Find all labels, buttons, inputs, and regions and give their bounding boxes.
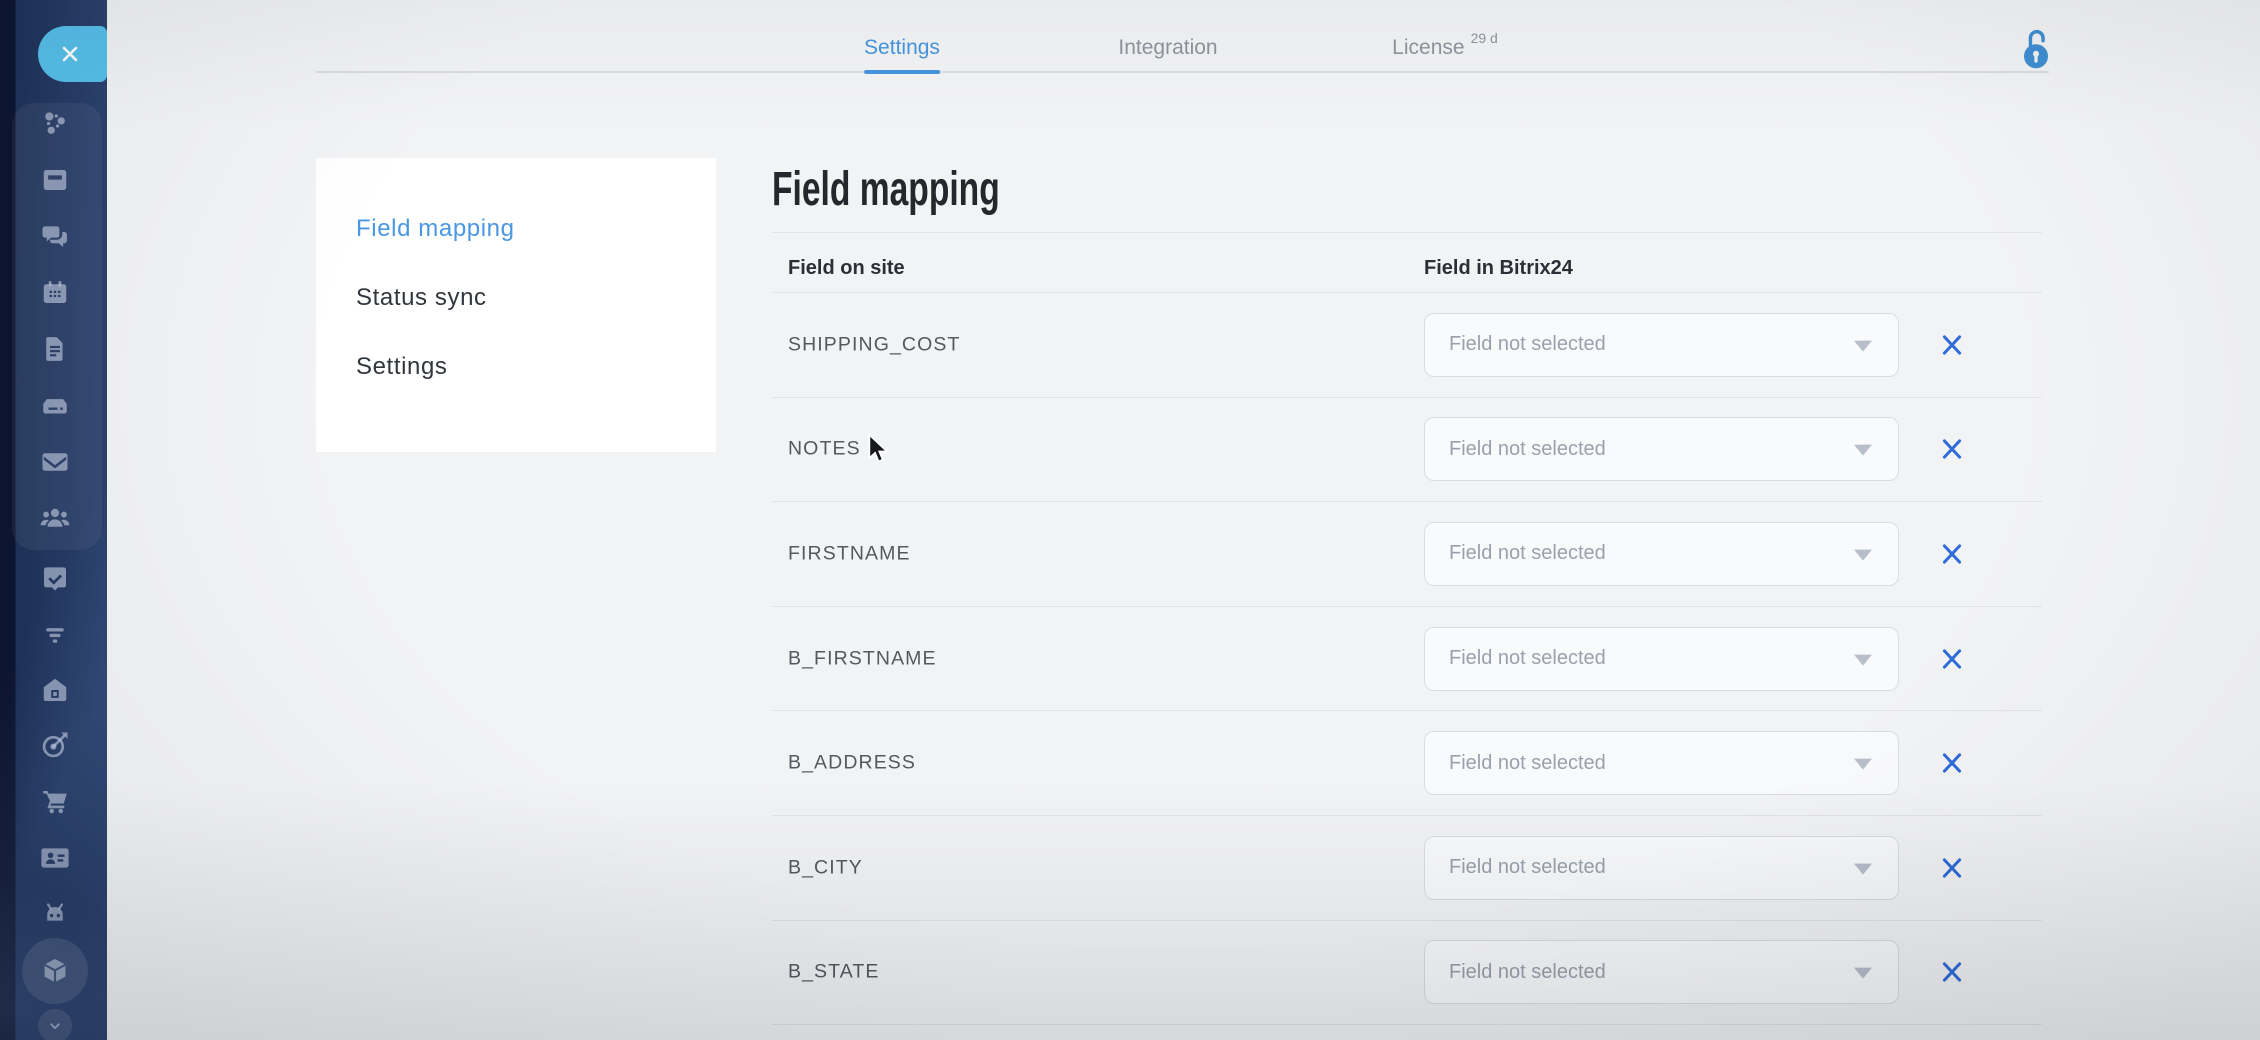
close-icon <box>1939 959 1965 985</box>
remove-mapping-button[interactable] <box>1935 537 1969 571</box>
tab-badge: 29 d <box>1471 31 1498 45</box>
bitrix-field-select[interactable]: Field not selected <box>1424 940 1899 1004</box>
close-icon <box>1939 436 1965 462</box>
tab-license[interactable]: License 29 d <box>1392 33 1498 74</box>
license-lock-icon[interactable] <box>2018 24 2054 72</box>
cube-icon[interactable] <box>38 954 72 988</box>
remove-mapping-button[interactable] <box>1935 642 1969 676</box>
select-placeholder: Field not selected <box>1449 647 1606 670</box>
field-mapping-row: SHIPPING_COST Field not selected <box>772 293 2042 398</box>
select-placeholder: Field not selected <box>1449 333 1606 356</box>
network-icon[interactable] <box>38 107 72 141</box>
chevron-down-icon <box>1854 759 1872 770</box>
app-window: Settings Integration License 29 d Field … <box>0 0 2260 1040</box>
close-sidebar-button[interactable] <box>38 26 107 82</box>
contact-card-icon[interactable] <box>38 841 72 875</box>
chevron-down-icon <box>1854 550 1872 561</box>
settings-nav-label: Settings <box>356 353 448 381</box>
bitrix-field-select[interactable]: Field not selected <box>1424 313 1899 377</box>
site-field-label: B_STATE <box>788 961 880 984</box>
field-mapping-row: FIRSTNAME Field not selected <box>772 502 2042 607</box>
bitrix-field-select[interactable]: Field not selected <box>1424 522 1899 586</box>
close-icon <box>58 42 82 66</box>
chat-icon[interactable] <box>38 220 72 254</box>
feed-icon[interactable] <box>38 163 72 197</box>
site-field-label: B_FIRSTNAME <box>788 647 937 670</box>
field-mapping-row: B_STATE Field not selected <box>772 921 2042 1026</box>
bitrix-field-select[interactable]: Field not selected <box>1424 417 1899 481</box>
field-mapping-row: B_FIRSTNAME Field not selected <box>772 607 2042 712</box>
remove-mapping-button[interactable] <box>1935 851 1969 885</box>
close-icon <box>1939 541 1965 567</box>
tab-settings[interactable]: Settings <box>864 33 940 74</box>
close-icon <box>1939 750 1965 776</box>
chevron-down-icon <box>1854 968 1872 979</box>
robot-icon[interactable] <box>38 898 72 932</box>
column-header-field-on-site: Field on site <box>788 244 905 292</box>
close-icon <box>1939 332 1965 358</box>
site-field-label: B_CITY <box>788 856 863 879</box>
select-placeholder: Field not selected <box>1449 752 1606 775</box>
site-field-label: SHIPPING_COST <box>788 333 961 356</box>
target-icon[interactable] <box>38 728 72 762</box>
select-placeholder: Field not selected <box>1449 856 1606 879</box>
field-mapping-row: NOTES Field not selected <box>772 398 2042 503</box>
tasks-icon[interactable] <box>38 561 72 595</box>
nav-item-settings[interactable]: Settings <box>356 332 716 401</box>
site-field-label: FIRSTNAME <box>788 542 911 565</box>
sidebar <box>0 0 107 1040</box>
mail-icon[interactable] <box>38 445 72 479</box>
chevron-down-icon <box>1854 340 1872 351</box>
company-icon[interactable] <box>38 673 72 707</box>
filter-icon[interactable] <box>38 617 72 651</box>
close-icon <box>1939 855 1965 881</box>
chevron-down-icon <box>1854 654 1872 665</box>
settings-nav-label: Field mapping <box>356 215 515 243</box>
people-icon[interactable] <box>38 501 72 535</box>
remove-mapping-button[interactable] <box>1935 328 1969 362</box>
site-field-label: NOTES <box>788 438 861 461</box>
table-top-line <box>772 232 2042 233</box>
field-mapping-rows: SHIPPING_COST Field not selected NOTES F… <box>772 293 2042 1025</box>
bitrix-field-select[interactable]: Field not selected <box>1424 731 1899 795</box>
site-field-label: B_ADDRESS <box>788 752 916 775</box>
column-header-field-in-bitrix24: Field in Bitrix24 <box>1424 244 1573 292</box>
remove-mapping-button[interactable] <box>1935 746 1969 780</box>
tab-label: Integration <box>1118 33 1217 63</box>
document-icon[interactable] <box>38 332 72 366</box>
bitrix-field-select[interactable]: Field not selected <box>1424 627 1899 691</box>
select-placeholder: Field not selected <box>1449 961 1606 984</box>
expand-more-icon[interactable] <box>38 1009 72 1040</box>
remove-mapping-button[interactable] <box>1935 955 1969 989</box>
cart-icon[interactable] <box>38 784 72 818</box>
remove-mapping-button[interactable] <box>1935 432 1969 466</box>
tab-label: Settings <box>864 33 940 63</box>
field-mapping-panel: Field mapping Field on site Field in Bit… <box>772 150 2042 205</box>
active-tab-underline <box>864 70 940 74</box>
nav-item-status-sync[interactable]: Status sync <box>356 263 716 332</box>
settings-nav-label: Status sync <box>356 284 487 312</box>
nav-item-field-mapping[interactable]: Field mapping <box>356 194 716 263</box>
tab-label: License <box>1392 33 1464 63</box>
page-title: Field mapping <box>772 162 1661 217</box>
calendar-icon[interactable] <box>38 276 72 310</box>
close-icon <box>1939 646 1965 672</box>
select-placeholder: Field not selected <box>1449 542 1606 565</box>
chevron-down-icon <box>1854 445 1872 456</box>
field-mapping-row: B_ADDRESS Field not selected <box>772 711 2042 816</box>
chevron-down-icon <box>1854 863 1872 874</box>
drive-icon[interactable] <box>38 389 72 423</box>
settings-nav-card: Field mapping Status sync Settings <box>316 158 716 452</box>
select-placeholder: Field not selected <box>1449 438 1606 461</box>
bitrix-field-select[interactable]: Field not selected <box>1424 836 1899 900</box>
tab-integration[interactable]: Integration <box>1118 33 1217 74</box>
field-mapping-row: B_CITY Field not selected <box>772 816 2042 921</box>
